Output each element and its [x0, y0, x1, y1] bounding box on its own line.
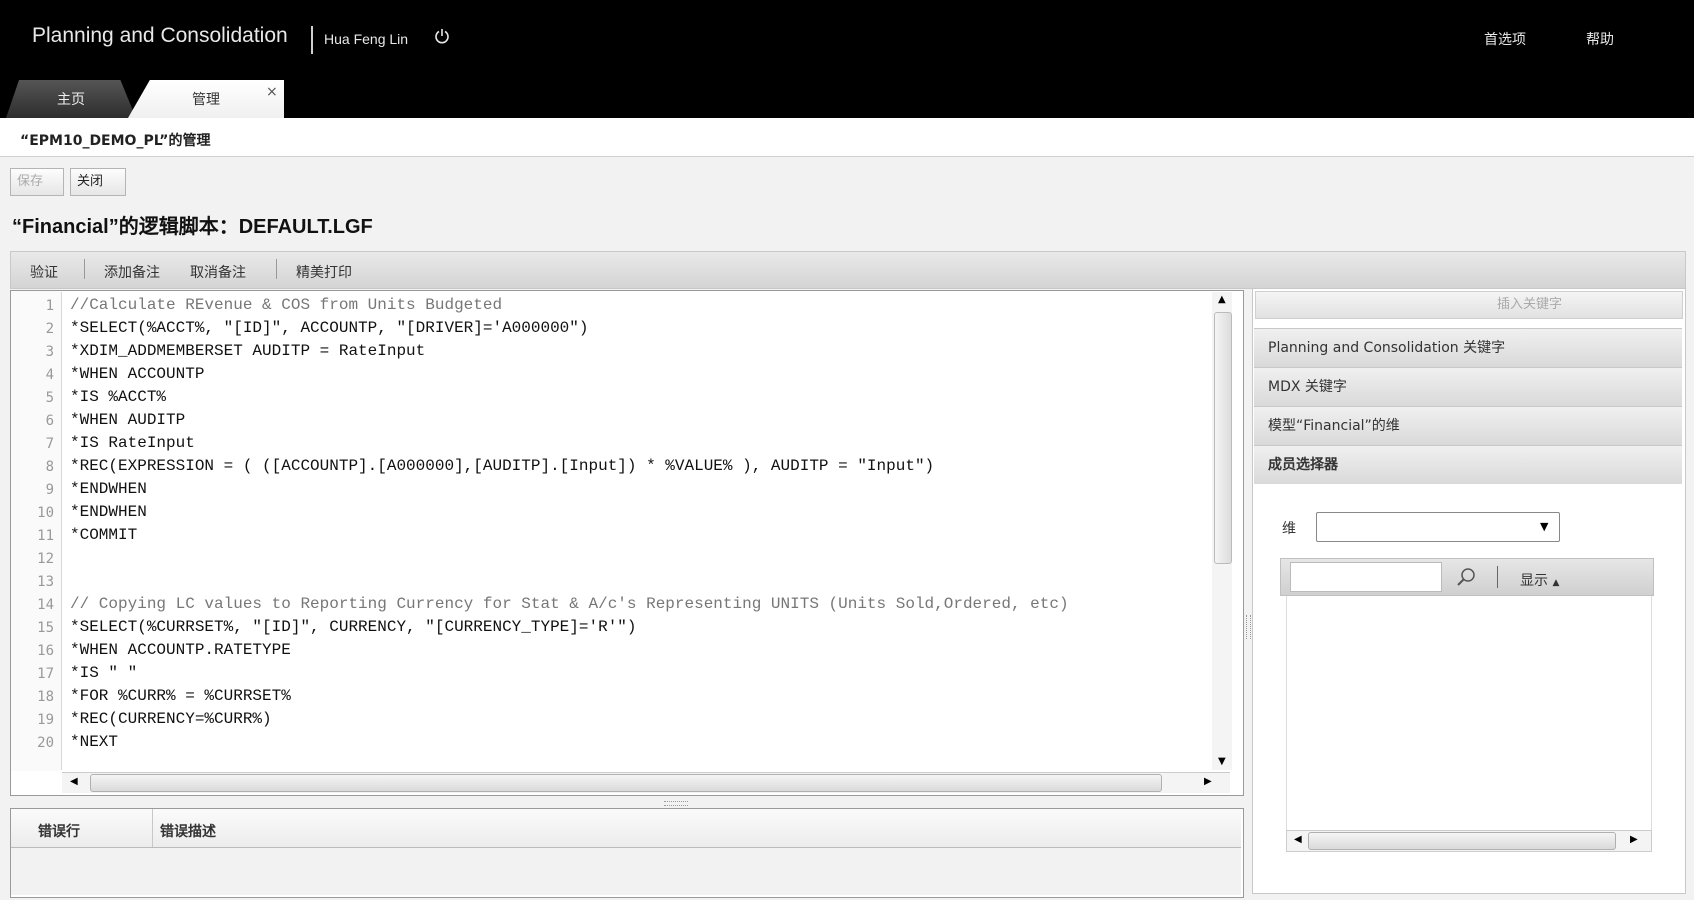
scroll-right-icon[interactable]: ▶ [1204, 776, 1212, 787]
line-number: 20 [37, 735, 54, 751]
scroll-up-icon[interactable]: ▲ [1218, 294, 1226, 305]
accordion-label: Planning and Consolidation 关键字 [1268, 340, 1506, 356]
editor-vertical-scroll-thumb[interactable] [1214, 312, 1232, 564]
search-icon[interactable] [1455, 566, 1477, 588]
accordion-pc-keywords[interactable]: Planning and Consolidation 关键字 [1254, 328, 1682, 367]
page-subheader [0, 118, 1694, 157]
code-line: *COMMIT [70, 526, 138, 544]
line-number: 10 [37, 505, 54, 521]
toolbar-divider [84, 259, 85, 279]
code-line: *WHEN ACCOUNTP [70, 365, 205, 383]
code-line: *IS " " [70, 664, 138, 682]
vertical-splitter-handle[interactable] [1246, 615, 1251, 639]
tab-close-icon[interactable]: × [266, 84, 278, 100]
line-number: 17 [37, 666, 54, 682]
tab-manage[interactable]: 管理 [128, 80, 284, 118]
editor-toolbar [10, 251, 1686, 289]
column-divider [152, 809, 153, 847]
dimension-label: 维 [1282, 521, 1296, 537]
scroll-down-icon[interactable]: ▼ [1218, 756, 1226, 767]
add-comment-button[interactable]: 添加备注 [104, 262, 160, 282]
toolbar-divider [276, 259, 277, 279]
error-description-column-header[interactable]: 错误描述 [160, 821, 216, 841]
line-number: 1 [45, 298, 54, 314]
horizontal-splitter-handle[interactable] [664, 801, 688, 806]
code-line: *XDIM_ADDMEMBERSET AUDITP = RateInput [70, 342, 426, 360]
code-line: *IS RateInput [70, 434, 195, 452]
editor-horizontal-scroll-thumb[interactable] [90, 774, 1162, 792]
toolbar-divider [1497, 566, 1498, 588]
error-table-body [11, 848, 1241, 895]
tab-home[interactable]: 主页 [6, 80, 136, 118]
accordion-label: MDX 关键字 [1268, 379, 1347, 395]
member-list-scroll-thumb[interactable] [1308, 832, 1616, 850]
code-line: *WHEN AUDITP [70, 411, 186, 429]
code-line: *IS %ACCT% [70, 388, 167, 406]
member-list[interactable] [1286, 596, 1652, 830]
accordion-label: 模型“Financial”的维 [1268, 418, 1400, 434]
line-number: 16 [37, 643, 54, 659]
dimension-select[interactable] [1316, 512, 1560, 542]
code-line: *NEXT [70, 733, 119, 751]
line-number: 4 [45, 367, 54, 383]
code-line: *FOR %CURR% = %CURRSET% [70, 687, 291, 705]
code-line: *WHEN ACCOUNTP.RATETYPE [70, 641, 291, 659]
accordion-label: 成员选择器 [1268, 457, 1338, 473]
code-line: // Copying LC values to Reporting Curren… [70, 595, 1069, 613]
line-number: 7 [45, 436, 54, 452]
line-number: 14 [37, 597, 54, 613]
page-title: “Financial”的逻辑脚本：DEFAULT.LGF [12, 216, 373, 238]
line-number: 9 [45, 482, 54, 498]
show-menu-button[interactable]: 显示 ▲ [1520, 570, 1559, 590]
line-number: 3 [45, 344, 54, 360]
line-number: 2 [45, 321, 54, 337]
breadcrumb: “EPM10_DEMO_PL”的管理 [20, 133, 211, 149]
show-label: 显示 [1520, 573, 1548, 589]
code-line: *REC(CURRENCY=%CURR%) [70, 710, 272, 728]
scroll-left-icon[interactable]: ◀ [70, 776, 78, 787]
line-number: 19 [37, 712, 54, 728]
insert-keyword-label: 插入关键字 [1496, 297, 1562, 312]
line-number: 18 [37, 689, 54, 705]
line-number: 13 [37, 574, 54, 590]
error-line-column-header[interactable]: 错误行 [38, 821, 80, 841]
scroll-left-icon[interactable]: ◀ [1294, 834, 1302, 845]
close-button[interactable]: 关闭 [70, 168, 126, 196]
accordion-mdx-keywords[interactable]: MDX 关键字 [1254, 367, 1682, 406]
line-number: 12 [37, 551, 54, 567]
code-line: *REC(EXPRESSION = ( ([ACCOUNTP].[A000000… [70, 457, 935, 475]
accordion-model-dimensions[interactable]: 模型“Financial”的维 [1254, 406, 1682, 445]
member-search-input[interactable] [1290, 562, 1442, 592]
code-line: *ENDWHEN [70, 480, 147, 498]
chevron-down-icon[interactable]: ▼ [1540, 520, 1548, 533]
remove-comment-button[interactable]: 取消备注 [190, 262, 246, 282]
line-number: 15 [37, 620, 54, 636]
insert-keyword-button[interactable]: 插入关键字 [1255, 291, 1683, 319]
line-number: 11 [37, 528, 54, 544]
app-title: Planning and Consolidation [32, 24, 288, 47]
caret-up-icon: ▲ [1552, 578, 1560, 588]
title-divider [311, 26, 313, 54]
save-button[interactable]: 保存 [10, 168, 64, 196]
help-link[interactable]: 帮助 [1586, 29, 1614, 49]
line-number: 6 [45, 413, 54, 429]
power-icon[interactable] [434, 28, 450, 44]
gutter-divider [61, 292, 62, 770]
code-line: *SELECT(%ACCT%, "[ID]", ACCOUNTP, "[DRIV… [70, 319, 589, 337]
pretty-print-button[interactable]: 精美打印 [296, 262, 352, 282]
preferences-link[interactable]: 首选项 [1484, 29, 1526, 49]
validate-button[interactable]: 验证 [30, 262, 58, 282]
code-line: //Calculate REvenue & COS from Units Bud… [70, 296, 503, 314]
scroll-right-icon[interactable]: ▶ [1630, 834, 1638, 845]
accordion-member-selector[interactable]: 成员选择器 [1254, 445, 1682, 484]
line-number: 8 [45, 459, 54, 475]
code-line: *ENDWHEN [70, 503, 147, 521]
line-number: 5 [45, 390, 54, 406]
user-name: Hua Feng Lin [324, 31, 409, 47]
code-line: *SELECT(%CURRSET%, "[ID]", CURRENCY, "[C… [70, 618, 637, 636]
